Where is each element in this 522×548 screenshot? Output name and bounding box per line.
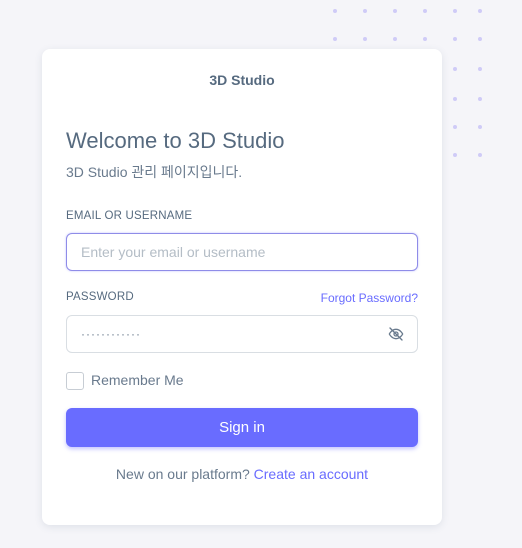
brand-name: 3D Studio — [209, 72, 275, 88]
new-user-text: New on our platform? — [115, 466, 250, 482]
signup-prompt: New on our platform? Create an account — [42, 466, 442, 482]
forgot-password-link[interactable]: Forgot Password? — [321, 291, 418, 305]
password-input[interactable] — [66, 315, 418, 353]
create-account-link[interactable]: Create an account — [254, 466, 368, 482]
remember-me-checkbox[interactable] — [66, 372, 84, 390]
login-card: 3D Studio Welcome to 3D Studio 3D Studio… — [42, 49, 442, 525]
eye-off-icon[interactable] — [388, 326, 404, 342]
sign-in-button[interactable]: Sign in — [66, 408, 418, 447]
page-subtitle: 3D Studio 관리 페이지입니다. — [66, 164, 243, 180]
email-label: EMAIL OR USERNAME — [66, 210, 193, 222]
email-or-username-input[interactable] — [66, 233, 418, 271]
page-title: Welcome to 3D Studio — [66, 128, 285, 153]
remember-me-label[interactable]: Remember Me — [91, 372, 184, 388]
password-label: PASSWORD — [66, 291, 134, 303]
